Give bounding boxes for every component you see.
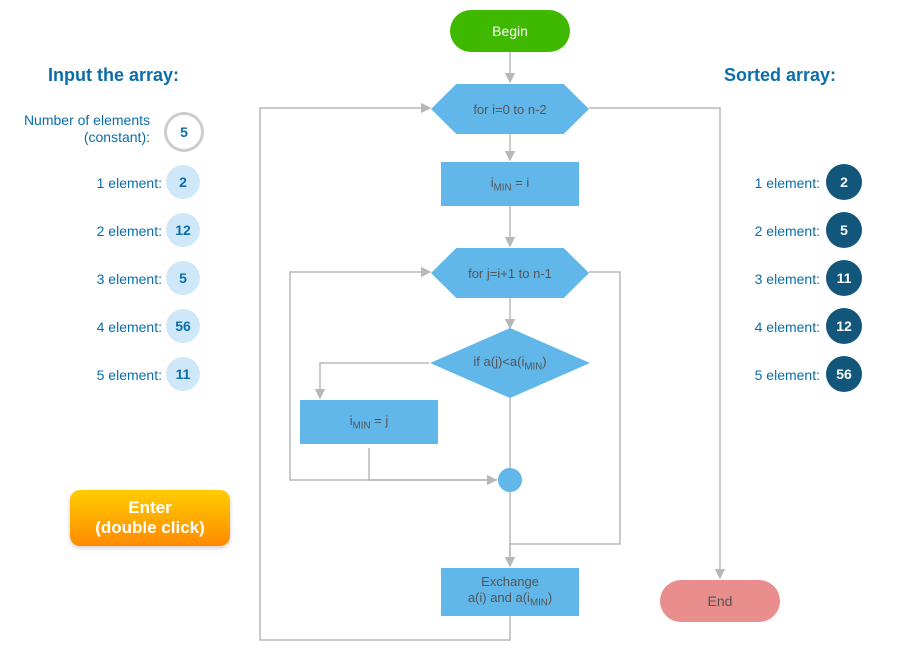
input-item-2-label: 2 element: <box>32 223 162 239</box>
input-item-1-label: 1 element: <box>32 175 162 191</box>
flow-decision: if a(j)<a(iMIN) <box>430 328 590 398</box>
flow-begin: Begin <box>450 10 570 52</box>
sorted-item-2-value: 5 <box>826 212 862 248</box>
input-item-4-label: 4 element: <box>32 319 162 335</box>
sorted-item-5-label: 5 element: <box>690 367 820 383</box>
input-item-3-value[interactable]: 5 <box>166 261 200 295</box>
sorted-item-2-label: 2 element: <box>690 223 820 239</box>
flow-exchange: Exchange a(i) and a(iMIN) <box>441 568 579 616</box>
enter-button-line1: Enter <box>95 498 205 518</box>
flow-imin-i: iMIN = i <box>441 162 579 206</box>
enter-button-line2: (double click) <box>95 518 205 538</box>
flow-imin-j: iMIN = j <box>300 400 438 444</box>
flow-outer-loop: for i=0 to n-2 <box>431 84 589 134</box>
sorted-item-4-value: 12 <box>826 308 862 344</box>
flow-inner-loop: for j=i+1 to n-1 <box>431 248 589 298</box>
sorted-item-3-value: 11 <box>826 260 862 296</box>
n-elements-label: Number of elements (constant): <box>20 112 150 146</box>
input-item-3-label: 3 element: <box>32 271 162 287</box>
n-elements-value[interactable]: 5 <box>164 112 204 152</box>
sorted-item-5-value: 56 <box>826 356 862 392</box>
input-item-5-label: 5 element: <box>32 367 162 383</box>
flow-junction <box>498 468 522 492</box>
input-item-2-value[interactable]: 12 <box>166 213 200 247</box>
sorted-item-3-label: 3 element: <box>690 271 820 287</box>
input-item-5-value[interactable]: 11 <box>166 357 200 391</box>
input-item-4-value[interactable]: 56 <box>166 309 200 343</box>
sorted-item-1-label: 1 element: <box>690 175 820 191</box>
input-heading: Input the array: <box>48 65 179 86</box>
enter-button[interactable]: Enter (double click) <box>70 490 230 546</box>
input-item-1-value[interactable]: 2 <box>166 165 200 199</box>
sorted-item-1-value: 2 <box>826 164 862 200</box>
flow-end: End <box>660 580 780 622</box>
sorted-heading: Sorted array: <box>724 65 836 86</box>
sorted-item-4-label: 4 element: <box>690 319 820 335</box>
